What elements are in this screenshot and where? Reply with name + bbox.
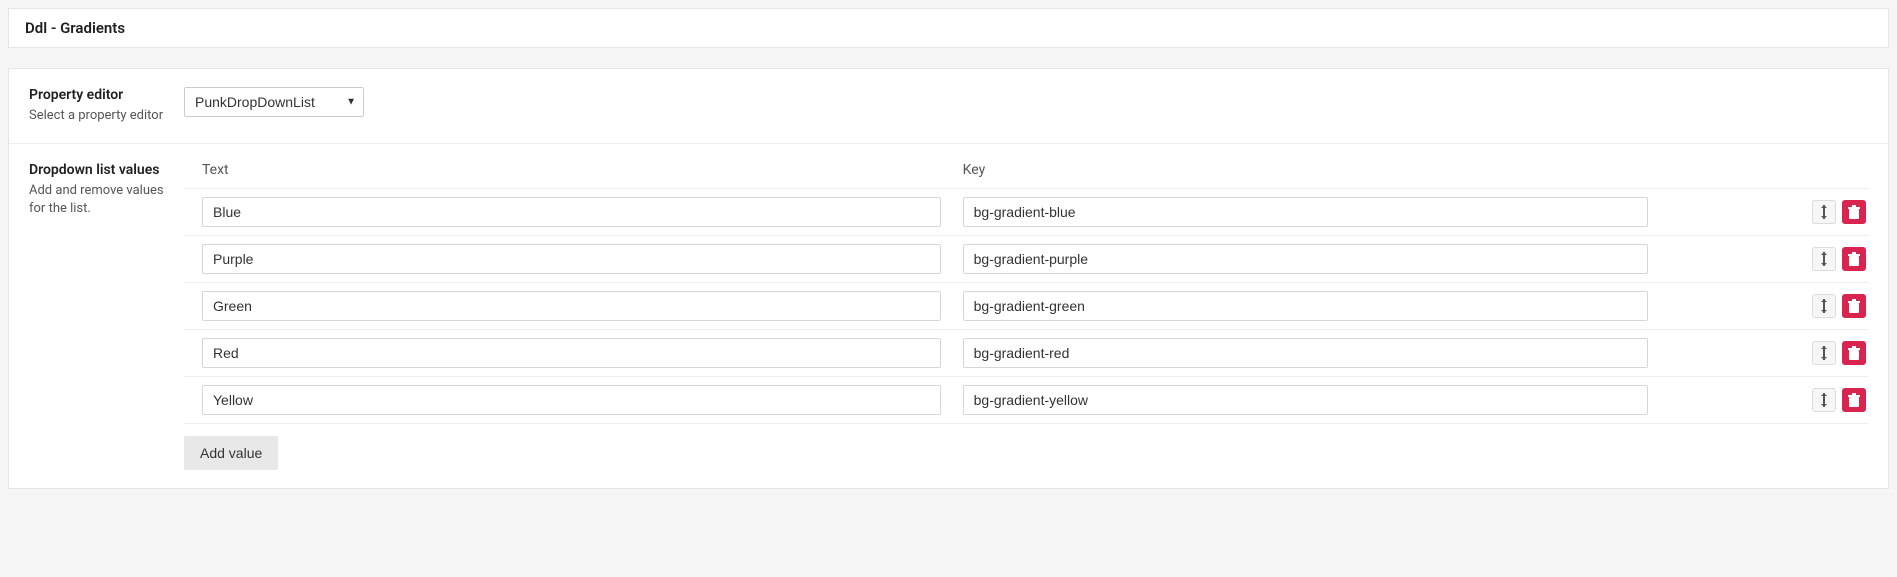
value-text-input[interactable] bbox=[202, 338, 941, 368]
delete-button[interactable] bbox=[1842, 294, 1866, 318]
dropdown-values-row: Dropdown list values Add and remove valu… bbox=[9, 144, 1888, 488]
list-item bbox=[184, 236, 1868, 283]
trash-icon bbox=[1848, 299, 1860, 313]
dropdown-values-help: Add and remove values for the list. bbox=[29, 182, 172, 218]
sort-icon bbox=[1818, 299, 1830, 313]
sort-button[interactable] bbox=[1812, 388, 1836, 412]
value-key-input[interactable] bbox=[963, 244, 1648, 274]
page-title: Ddl - Gradients bbox=[25, 19, 1872, 37]
value-key-input[interactable] bbox=[963, 338, 1648, 368]
list-item bbox=[184, 283, 1868, 330]
sort-icon bbox=[1818, 205, 1830, 219]
sort-icon bbox=[1818, 393, 1830, 407]
property-editor-help: Select a property editor bbox=[29, 107, 172, 125]
sort-icon bbox=[1818, 252, 1830, 266]
list-item bbox=[184, 377, 1868, 424]
value-text-input[interactable] bbox=[202, 244, 941, 274]
value-key-input[interactable] bbox=[963, 291, 1648, 321]
header-text: Text bbox=[184, 162, 959, 178]
delete-button[interactable] bbox=[1842, 388, 1866, 412]
title-bar: Ddl - Gradients bbox=[8, 8, 1889, 48]
sort-button[interactable] bbox=[1812, 341, 1836, 365]
delete-button[interactable] bbox=[1842, 247, 1866, 271]
dropdown-values-label: Dropdown list values bbox=[29, 162, 172, 178]
add-value-button[interactable]: Add value bbox=[184, 436, 278, 470]
sort-button[interactable] bbox=[1812, 247, 1836, 271]
property-editor-label: Property editor bbox=[29, 87, 172, 103]
list-item bbox=[184, 330, 1868, 377]
trash-icon bbox=[1848, 346, 1860, 360]
value-text-input[interactable] bbox=[202, 197, 941, 227]
header-key: Key bbox=[959, 162, 1666, 178]
list-header: Text Key bbox=[184, 162, 1868, 188]
property-editor-row: Property editor Select a property editor… bbox=[9, 69, 1888, 144]
delete-button[interactable] bbox=[1842, 200, 1866, 224]
sort-button[interactable] bbox=[1812, 294, 1836, 318]
trash-icon bbox=[1848, 205, 1860, 219]
delete-button[interactable] bbox=[1842, 341, 1866, 365]
editor-panel: Property editor Select a property editor… bbox=[8, 68, 1889, 489]
list-item bbox=[184, 189, 1868, 236]
value-key-input[interactable] bbox=[963, 385, 1648, 415]
sort-icon bbox=[1818, 346, 1830, 360]
value-text-input[interactable] bbox=[202, 291, 941, 321]
sort-button[interactable] bbox=[1812, 200, 1836, 224]
property-editor-select[interactable]: PunkDropDownList bbox=[184, 87, 364, 117]
list-rows bbox=[184, 188, 1868, 424]
value-text-input[interactable] bbox=[202, 385, 941, 415]
trash-icon bbox=[1848, 252, 1860, 266]
trash-icon bbox=[1848, 393, 1860, 407]
value-key-input[interactable] bbox=[963, 197, 1648, 227]
